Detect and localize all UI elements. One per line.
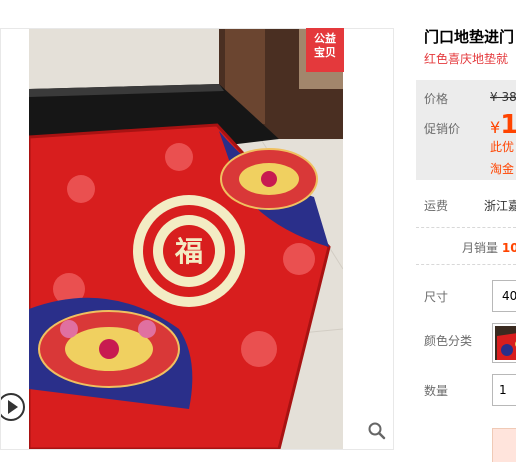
quantity-label: 数量	[424, 384, 449, 398]
promo-price-label: 促销价	[424, 122, 461, 136]
promo-currency: ¥	[490, 118, 501, 137]
charity-badge: 公益 宝贝	[306, 28, 344, 72]
price-label: 价格	[424, 92, 449, 106]
badge-line-1: 公益	[314, 32, 336, 45]
play-icon	[7, 400, 18, 414]
coupon-link[interactable]: 淘金	[490, 160, 514, 177]
quantity-input[interactable]: 1	[492, 374, 516, 406]
monthly-sales-value: 10	[501, 241, 516, 255]
buy-now-button[interactable]	[492, 428, 516, 462]
product-title: 门口地垫进门	[424, 28, 515, 46]
main-product-image[interactable]: 福	[29, 29, 343, 449]
shipping-origin[interactable]: 浙江嘉	[484, 197, 516, 214]
shipping-label: 运费	[424, 199, 449, 213]
color-option[interactable]	[492, 323, 516, 363]
divider	[416, 227, 516, 228]
product-gallery: 福	[0, 28, 394, 450]
size-label: 尺寸	[424, 290, 449, 304]
promo-note: 此优	[490, 140, 515, 154]
size-option[interactable]: 40	[492, 280, 516, 312]
svg-text:福: 福	[174, 235, 203, 268]
product-subtitle: 红色喜庆地垫就	[424, 52, 509, 66]
original-price: ¥ 38	[490, 90, 516, 104]
promo-price: ¥1	[490, 110, 516, 140]
color-label: 颜色分类	[424, 334, 473, 348]
color-thumbnail	[495, 326, 516, 360]
badge-line-2: 宝贝	[314, 46, 336, 59]
monthly-sales-label: 月销量	[462, 241, 499, 255]
zoom-icon[interactable]	[367, 421, 387, 441]
promo-value: 1	[500, 110, 516, 140]
play-video-button[interactable]	[1, 393, 25, 421]
divider	[416, 264, 516, 265]
monthly-sales: 月销量 10	[462, 239, 516, 256]
product-info-panel: 门口地垫进门 红色喜庆地垫就 价格 ¥ 38 促销价 ¥1 此优 淘金 运费 浙…	[416, 0, 516, 462]
